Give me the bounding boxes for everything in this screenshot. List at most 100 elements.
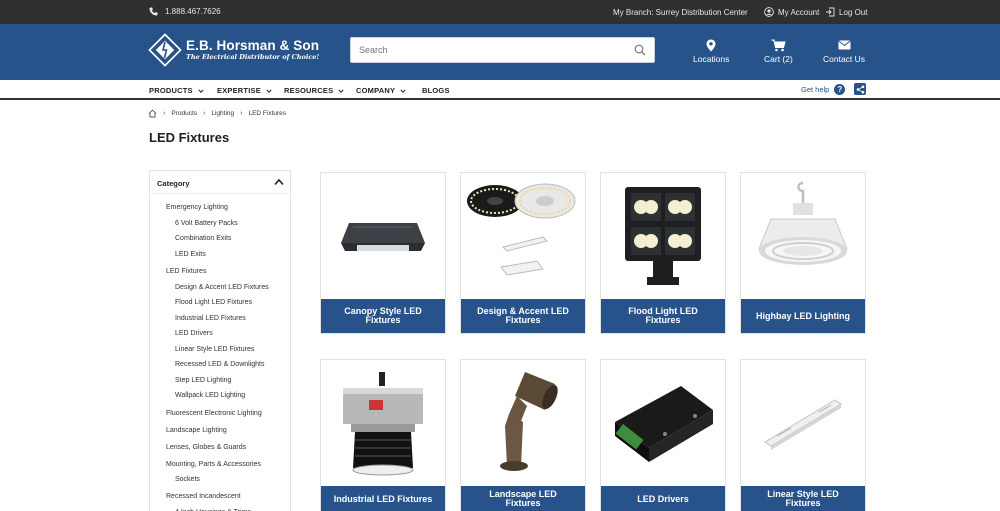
landscape-light-icon[interactable] — [461, 360, 585, 484]
product-category-label[interactable]: Industrial LED Fixtures — [321, 486, 445, 511]
chevron-down-icon — [338, 88, 344, 93]
product-category-card[interactable]: Industrial LED Fixtures — [320, 359, 446, 511]
product-category-label[interactable]: Linear Style LED Fixtures — [741, 486, 865, 511]
logout-link[interactable]: Log Out — [825, 7, 867, 17]
flood-light-icon[interactable] — [601, 173, 725, 297]
chevron-down-icon — [400, 88, 406, 93]
product-category-card[interactable]: Landscape LED Fixtures — [460, 359, 586, 511]
breadcrumb-separator-icon: › — [240, 110, 243, 117]
product-category-label[interactable]: Landscape LED Fixtures — [461, 486, 585, 511]
nav-expertise[interactable]: EXPERTISE — [217, 86, 272, 95]
help-question-icon: ? — [834, 84, 846, 95]
nav-products[interactable]: PRODUCTS — [149, 86, 204, 95]
phone-number: 1.888.467.7626 — [165, 7, 221, 16]
sidebar-item[interactable]: Combination Exits — [175, 235, 231, 242]
chevron-up-icon[interactable] — [274, 178, 284, 186]
sidebar-item[interactable]: Industrial LED Fixtures — [175, 315, 246, 322]
nav-company[interactable]: COMPANY — [356, 86, 406, 95]
category-heading[interactable]: Category — [157, 179, 190, 188]
map-pin-icon — [706, 39, 716, 51]
sidebar-item[interactable]: Mounting, Parts & Accessories — [166, 461, 261, 468]
sidebar-item[interactable]: Recessed LED & Downlights — [175, 361, 265, 368]
product-category-label[interactable]: Design & Accent LED Fixtures — [461, 299, 585, 333]
nav-resources-label: RESOURCES — [284, 86, 334, 95]
my-account-label: My Account — [778, 7, 820, 17]
led-driver-icon[interactable] — [601, 360, 725, 484]
brand-tagline: The Electrical Distributor of Choice! — [186, 53, 320, 61]
nav-blogs-label: BLOGS — [422, 86, 450, 95]
led-strip-icon[interactable] — [461, 173, 585, 297]
sidebar-item[interactable]: LED Exits — [175, 251, 206, 258]
main-nav: PRODUCTS EXPERTISE RESOURCES COMPANY BLO… — [0, 80, 1000, 100]
product-category-label[interactable]: LED Drivers — [601, 486, 725, 511]
brand-logo[interactable]: E.B. Horsman & Son The Electrical Distri… — [148, 33, 319, 67]
sidebar-item[interactable]: LED Drivers — [175, 330, 213, 337]
breadcrumb-led-fixtures: LED Fixtures — [248, 110, 287, 117]
phone-link[interactable]: 1.888.467.7626 — [149, 7, 221, 16]
breadcrumb-products[interactable]: Products — [171, 110, 197, 117]
nav-resources[interactable]: RESOURCES — [284, 86, 344, 95]
page-title: LED Fixtures — [149, 130, 230, 145]
chevron-down-icon — [266, 88, 272, 93]
sidebar-item[interactable]: Recessed Incandescent — [166, 493, 241, 500]
phone-icon — [149, 7, 158, 16]
my-branch-link[interactable]: My Branch: Surrey Distribution Center — [613, 8, 748, 17]
breadcrumb-separator-icon: › — [203, 110, 206, 117]
sidebar-item[interactable]: LED Fixtures — [166, 268, 206, 275]
sidebar-item[interactable]: Step LED Lighting — [175, 377, 231, 384]
sidebar-item[interactable]: Landscape Lighting — [166, 427, 227, 434]
cart-label: Cart (2) — [764, 54, 793, 64]
divider — [150, 193, 290, 194]
product-category-label[interactable]: Highbay LED Lighting — [741, 299, 865, 333]
sidebar-item[interactable]: Fluorescent Electronic Lighting — [166, 410, 262, 417]
product-category-card[interactable]: Highbay LED Lighting — [740, 172, 866, 334]
search-input[interactable] — [351, 38, 621, 62]
sidebar-item[interactable]: Emergency Lighting — [166, 204, 228, 211]
logout-icon — [826, 7, 835, 17]
product-category-card[interactable]: Canopy Style LED Fixtures — [320, 172, 446, 334]
utility-bar: 1.888.467.7626 My Branch: Surrey Distrib… — [0, 0, 1000, 24]
user-icon — [764, 7, 774, 17]
search-icon[interactable] — [634, 44, 646, 56]
breadcrumb-separator-icon: › — [163, 110, 166, 117]
sidebar-item[interactable]: Flood Light LED Fixtures — [175, 299, 252, 306]
envelope-icon — [838, 40, 851, 50]
my-account-link[interactable]: My Account — [764, 7, 819, 17]
product-category-card[interactable]: Flood Light LED Fixtures — [600, 172, 726, 334]
cart-icon — [771, 39, 786, 51]
contact-link[interactable]: Contact Us — [823, 38, 865, 64]
sidebar-item[interactable]: 6 Volt Battery Packs — [175, 220, 238, 227]
contact-label: Contact Us — [823, 54, 866, 64]
share-button[interactable] — [854, 83, 866, 95]
share-icon — [856, 85, 864, 93]
breadcrumb-lighting[interactable]: Lighting — [211, 110, 234, 117]
locations-label: Locations — [693, 54, 730, 64]
brand-name: E.B. Horsman & Son — [186, 38, 320, 53]
nav-expertise-label: EXPERTISE — [217, 86, 261, 95]
get-help-link[interactable]: Get help ? — [801, 84, 846, 95]
locations-link[interactable]: Locations — [693, 38, 729, 64]
industrial-light-icon[interactable] — [321, 360, 445, 484]
linear-light-icon[interactable] — [741, 360, 865, 484]
product-category-card[interactable]: Linear Style LED Fixtures — [740, 359, 866, 511]
sidebar-item[interactable]: Lenses, Globes & Guards — [166, 444, 246, 451]
nav-products-label: PRODUCTS — [149, 86, 193, 95]
sidebar-item[interactable]: Linear Style LED Fixtures — [175, 346, 254, 353]
product-category-card[interactable]: LED Drivers — [600, 359, 726, 511]
nav-blogs[interactable]: BLOGS — [422, 86, 450, 95]
category-filter-panel: Category Emergency Lighting 6 Volt Batter… — [149, 170, 291, 511]
search-box — [350, 37, 655, 63]
chevron-down-icon — [198, 88, 204, 93]
canopy-light-icon[interactable] — [321, 173, 445, 297]
sidebar-item[interactable]: Wallpack LED Lighting — [175, 392, 245, 399]
cart-link[interactable]: Cart (2) — [764, 38, 793, 64]
highbay-light-icon[interactable] — [741, 173, 865, 297]
product-category-card[interactable]: Design & Accent LED Fixtures — [460, 172, 586, 334]
home-icon[interactable] — [148, 109, 157, 118]
get-help-label: Get help — [801, 85, 830, 94]
logo-diamond-icon — [148, 33, 182, 67]
product-category-label[interactable]: Canopy Style LED Fixtures — [321, 299, 445, 333]
sidebar-item[interactable]: Sockets — [175, 476, 200, 483]
sidebar-item[interactable]: Design & Accent LED Fixtures — [175, 284, 269, 291]
product-category-label[interactable]: Flood Light LED Fixtures — [601, 299, 725, 333]
